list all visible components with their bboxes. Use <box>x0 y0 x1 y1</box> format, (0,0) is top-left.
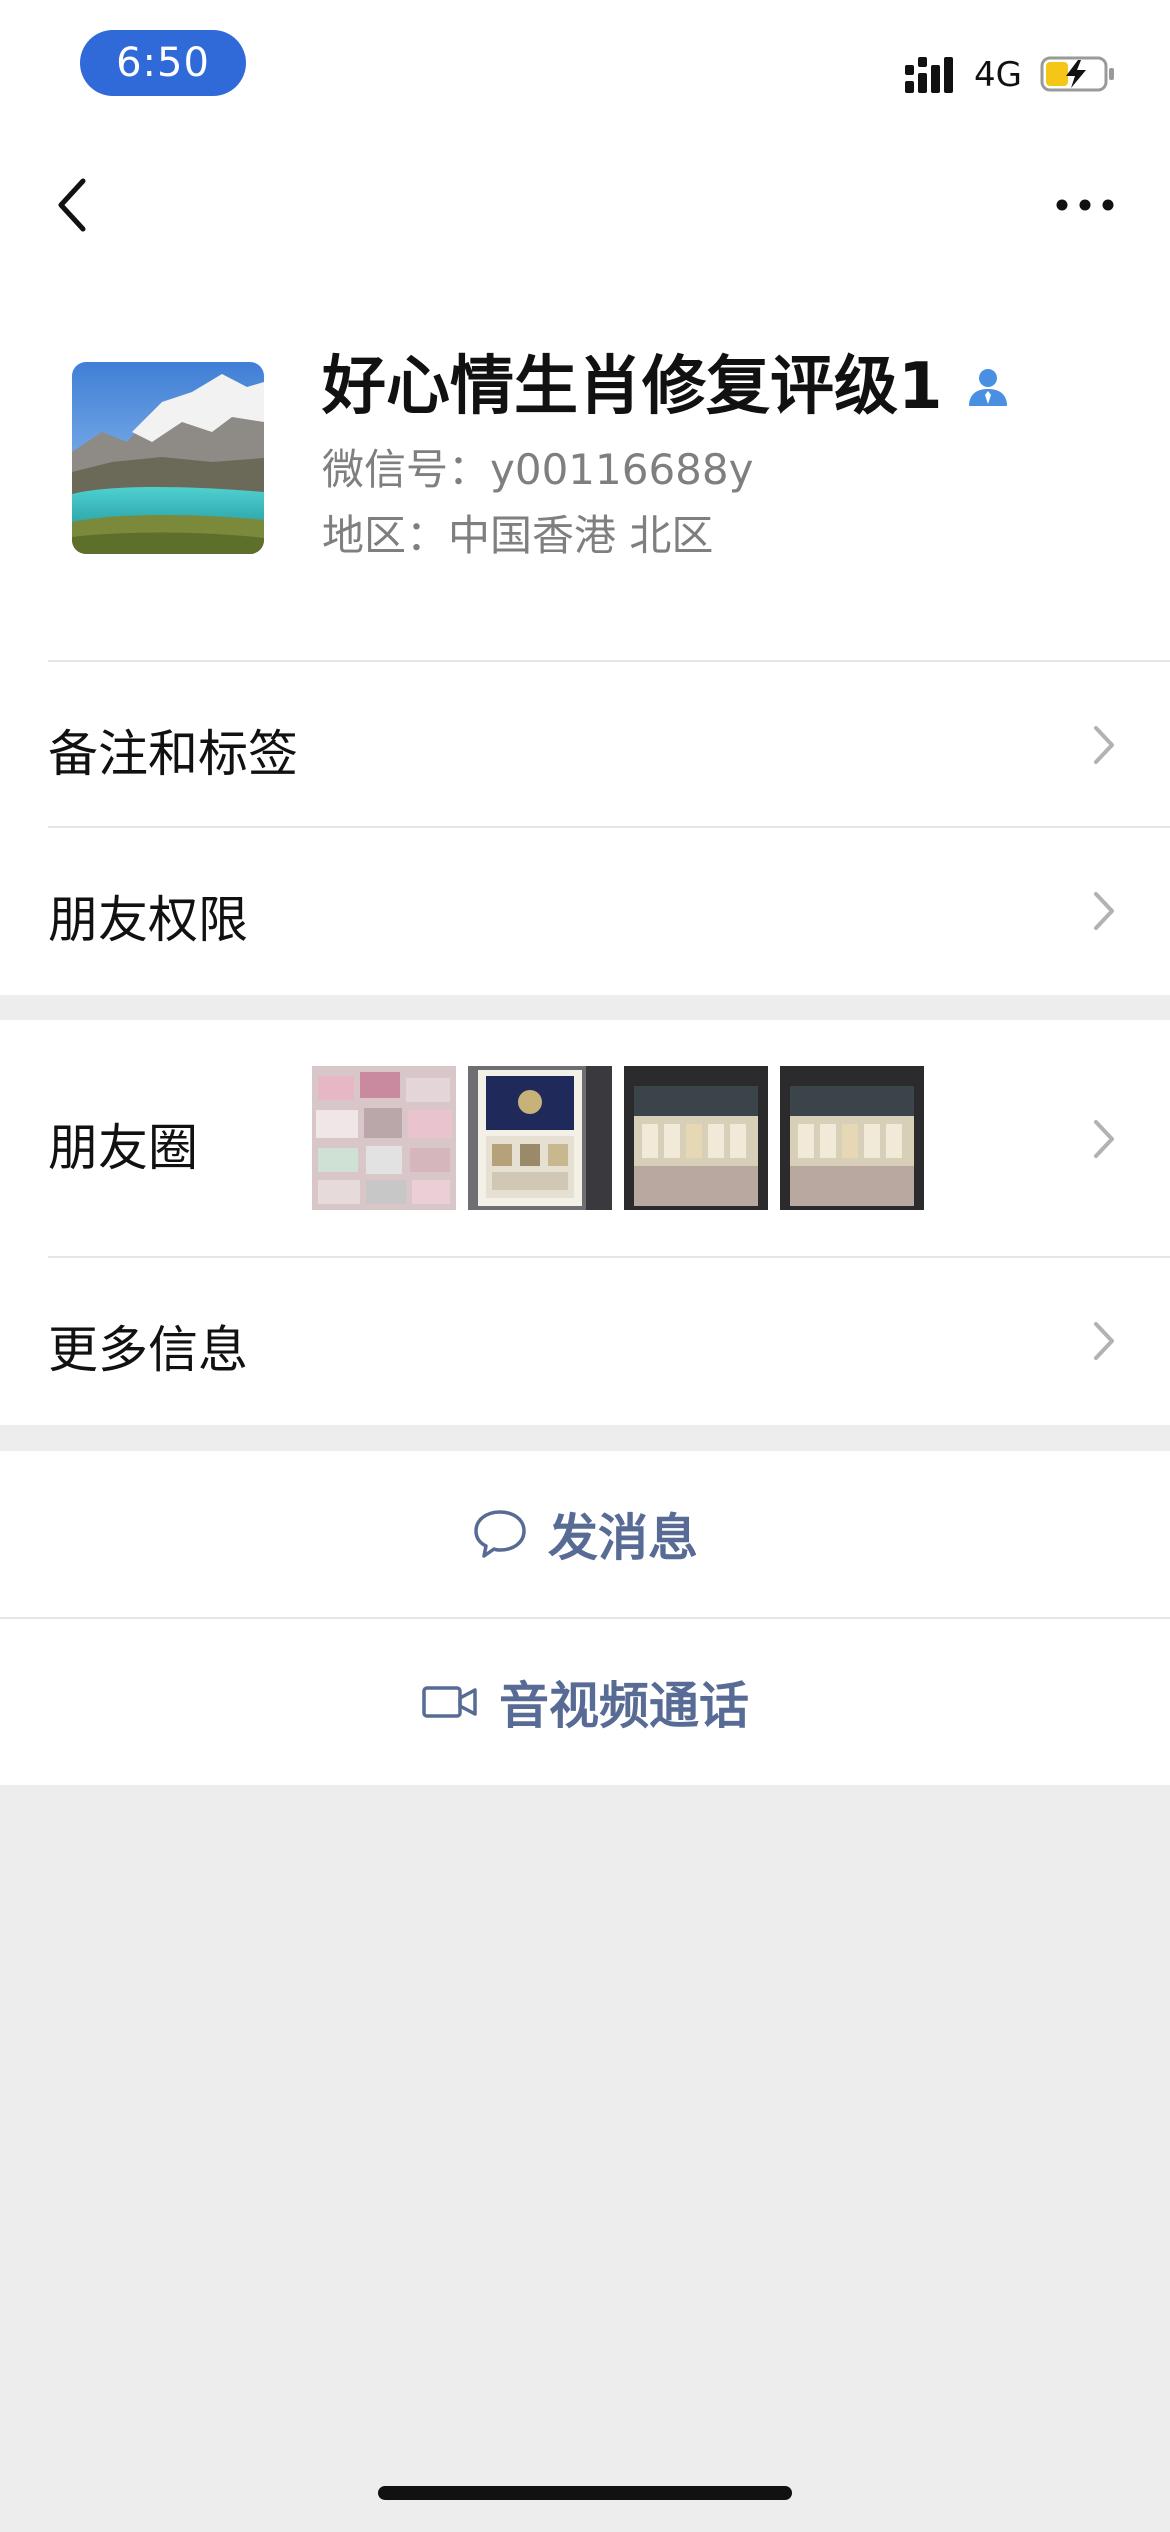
profile-name-row: 好心情生肖修复评级1 <box>322 342 1011 432</box>
chevron-right-icon <box>1094 1322 1114 1360</box>
settings-section: 备注和标签 朋友权限 <box>0 660 1170 995</box>
moments-label: 朋友圈 <box>48 1119 198 1177</box>
video-call-button[interactable]: 音视频通话 <box>0 1619 1170 1785</box>
more-options-button[interactable] <box>1040 170 1130 240</box>
chevron-left-icon <box>58 178 86 232</box>
chevron-right-icon <box>1094 892 1114 930</box>
send-message-button[interactable]: 发消息 <box>0 1451 1170 1617</box>
friend-permissions-label: 朋友权限 <box>48 891 248 949</box>
network-type-label: 4G <box>974 55 1022 95</box>
contact-profile-screen: 6:50 4G 好心情生肖修复评级1 微信号：y00116688y 地区：中国香… <box>0 0 1170 2532</box>
moments-photo-2 <box>468 1066 612 1210</box>
profile-name: 好心情生肖修复评级1 <box>322 350 943 424</box>
moments-photo-4 <box>780 1066 924 1210</box>
region: 地区：中国香港 北区 <box>322 511 714 560</box>
wechat-id: 微信号：y00116688y <box>322 445 754 494</box>
home-indicator[interactable] <box>378 2486 792 2500</box>
friend-permissions-row[interactable]: 朋友权限 <box>0 828 1170 994</box>
more-info-row[interactable]: 更多信息 <box>0 1258 1170 1424</box>
avatar-lake-mountain-image <box>72 362 264 554</box>
cellular-signal-icon <box>905 57 953 93</box>
back-button[interactable] <box>38 170 108 240</box>
moments-section: 朋友圈 更多信息 <box>0 1020 1170 1425</box>
chat-bubble-icon <box>474 1510 526 1558</box>
chevron-right-icon <box>1094 1120 1114 1158</box>
contact-person-icon <box>968 369 1007 406</box>
status-time: 6:50 <box>80 30 246 96</box>
remarks-tags-label: 备注和标签 <box>48 725 298 783</box>
profile-header: 好心情生肖修复评级1 微信号：y00116688y 地区：中国香港 北区 <box>0 270 1170 660</box>
more-info-label: 更多信息 <box>48 1321 248 1379</box>
battery-charging-icon <box>1040 56 1114 92</box>
video-camera-icon <box>422 1686 477 1718</box>
remarks-tags-row[interactable]: 备注和标签 <box>0 662 1170 828</box>
more-dots-icon <box>1056 199 1114 211</box>
moments-row[interactable]: 朋友圈 <box>0 1020 1170 1256</box>
moments-thumbnails <box>312 1066 924 1210</box>
video-call-label: 音视频通话 <box>499 1677 749 1735</box>
moments-photo-1 <box>312 1066 456 1210</box>
moments-photo-3 <box>624 1066 768 1210</box>
chevron-right-icon <box>1094 726 1114 764</box>
status-bar: 6:50 4G <box>0 0 1170 140</box>
nav-bar <box>0 140 1170 270</box>
avatar[interactable] <box>72 362 264 554</box>
send-message-label: 发消息 <box>548 1509 698 1567</box>
